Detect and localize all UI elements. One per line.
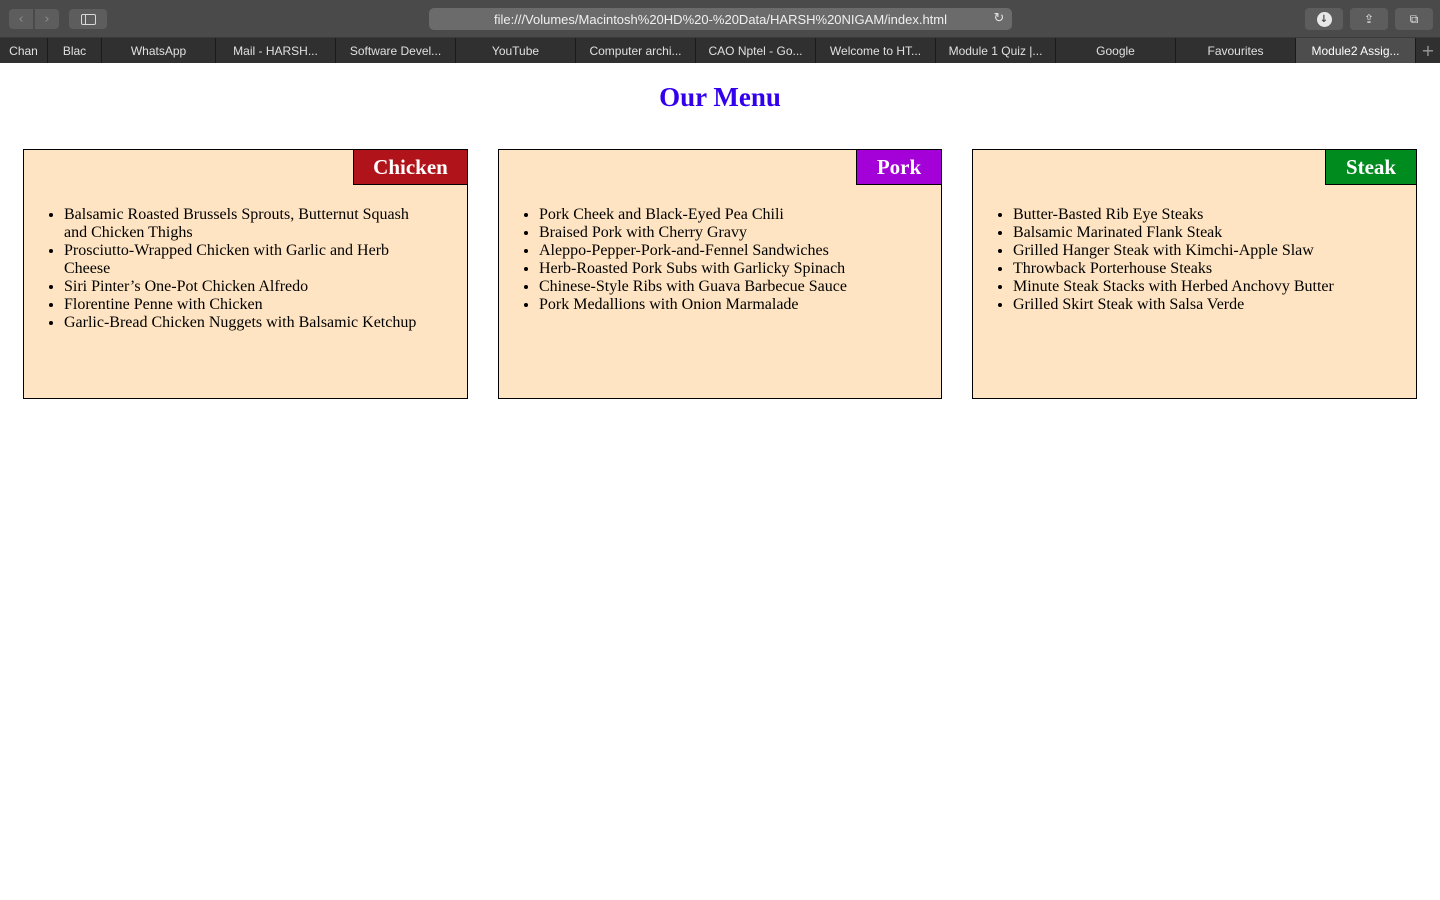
list-item: Pork Cheek and Black-Eyed Pea Chili — [539, 206, 919, 224]
tab-label: Software Devel... — [349, 43, 442, 58]
tab-label: Blac — [62, 43, 87, 58]
dish-list: Butter-Basted Rib Eye Steaks Balsamic Ma… — [1013, 206, 1393, 314]
tab[interactable]: CAO Nptel - Go... — [696, 38, 816, 63]
dish-list: Balsamic Roasted Brussels Sprouts, Butte… — [64, 206, 424, 332]
tab[interactable]: Software Devel... — [336, 38, 456, 63]
tab-label: Module 1 Quiz |... — [948, 43, 1043, 58]
sidebar-toggle-button[interactable] — [69, 9, 107, 29]
reload-icon[interactable]: ↻ — [992, 12, 1006, 26]
downloads-button[interactable]: ↓ — [1305, 8, 1343, 30]
section-label-steak: Steak — [1325, 149, 1417, 185]
list-item: Prosciutto-Wrapped Chicken with Garlic a… — [64, 242, 424, 278]
browser-toolbar: ‹ › file:///Volumes/Macintosh%20HD%20-%2… — [0, 0, 1440, 38]
tab-label: Computer archi... — [589, 43, 682, 58]
tab-bar: Chan Blac WhatsApp Mail - HARSH... Softw… — [0, 38, 1440, 63]
tab-active[interactable]: Module2 Assig... — [1296, 38, 1416, 63]
tab[interactable]: WhatsApp — [102, 38, 216, 63]
tab[interactable]: Welcome to HT... — [816, 38, 936, 63]
back-button[interactable]: ‹ — [9, 9, 33, 29]
tab-label: Favourites — [1207, 43, 1264, 58]
plus-icon: + — [1421, 41, 1435, 60]
new-tab-button[interactable]: + — [1416, 38, 1440, 63]
address-bar[interactable]: file:///Volumes/Macintosh%20HD%20-%20Dat… — [429, 8, 1012, 30]
dish-list: Pork Cheek and Black-Eyed Pea Chili Brai… — [539, 206, 919, 314]
tab-label: WhatsApp — [130, 43, 187, 58]
tab-label: Mail - HARSH... — [233, 43, 318, 58]
tab-label: Chan — [9, 43, 38, 58]
tab-label: Module2 Assig... — [1311, 43, 1400, 58]
tab[interactable]: Mail - HARSH... — [216, 38, 336, 63]
list-item: Braised Pork with Cherry Gravy — [539, 224, 919, 242]
list-item: Garlic-Bread Chicken Nuggets with Balsam… — [64, 314, 424, 332]
sidebar-icon — [80, 13, 96, 25]
page-content: Our Menu Chicken Balsamic Roasted Brusse… — [0, 64, 1440, 900]
tab[interactable]: YouTube — [456, 38, 576, 63]
share-button[interactable]: ⇪ — [1350, 8, 1388, 30]
section-label-pork: Pork — [856, 149, 942, 185]
list-item: Minute Steak Stacks with Herbed Anchovy … — [1013, 278, 1393, 296]
url-text: file:///Volumes/Macintosh%20HD%20-%20Dat… — [493, 11, 948, 27]
tab[interactable]: Computer archi... — [576, 38, 696, 63]
download-icon: ↓ — [1316, 11, 1332, 27]
list-item: Siri Pinter’s One-Pot Chicken Alfredo — [64, 278, 424, 296]
list-item: Pork Medallions with Onion Marmalade — [539, 296, 919, 314]
tab[interactable]: Chan — [0, 38, 48, 63]
section-label-chicken: Chicken — [353, 149, 468, 185]
page-title: Our Menu — [659, 82, 781, 112]
share-icon: ⇪ — [1363, 12, 1375, 26]
tab-label: Welcome to HT... — [829, 43, 922, 58]
list-item: Grilled Hanger Steak with Kimchi-Apple S… — [1013, 242, 1393, 260]
menu-section-pork: Pork Pork Cheek and Black-Eyed Pea Chili… — [498, 149, 942, 399]
tab-label: Google — [1096, 43, 1135, 58]
chevron-right-icon: › — [44, 11, 50, 27]
tab-label: CAO Nptel - Go... — [708, 43, 803, 58]
tab[interactable]: Blac — [48, 38, 102, 63]
list-item: Grilled Skirt Steak with Salsa Verde — [1013, 296, 1393, 314]
list-item: Balsamic Marinated Flank Steak — [1013, 224, 1393, 242]
tab[interactable]: Module 1 Quiz |... — [936, 38, 1056, 63]
tab[interactable]: Google — [1056, 38, 1176, 63]
list-item: Florentine Penne with Chicken — [64, 296, 424, 314]
tab-overview-button[interactable]: ⧉ — [1395, 8, 1433, 30]
menu-section-steak: Steak Butter-Basted Rib Eye Steaks Balsa… — [972, 149, 1417, 399]
tab-label: YouTube — [491, 43, 540, 58]
list-item: Aleppo-Pepper-Pork-and-Fennel Sandwiches — [539, 242, 919, 260]
tab-overview-icon: ⧉ — [1409, 11, 1419, 26]
forward-button[interactable]: › — [35, 9, 59, 29]
list-item: Butter-Basted Rib Eye Steaks — [1013, 206, 1393, 224]
chevron-left-icon: ‹ — [18, 11, 24, 27]
list-item: Herb-Roasted Pork Subs with Garlicky Spi… — [539, 260, 919, 278]
tab[interactable]: Favourites — [1176, 38, 1296, 63]
list-item: Chinese-Style Ribs with Guava Barbecue S… — [539, 278, 919, 296]
list-item: Balsamic Roasted Brussels Sprouts, Butte… — [64, 206, 424, 242]
list-item: Throwback Porterhouse Steaks — [1013, 260, 1393, 278]
menu-section-chicken: Chicken Balsamic Roasted Brussels Sprout… — [23, 149, 468, 399]
